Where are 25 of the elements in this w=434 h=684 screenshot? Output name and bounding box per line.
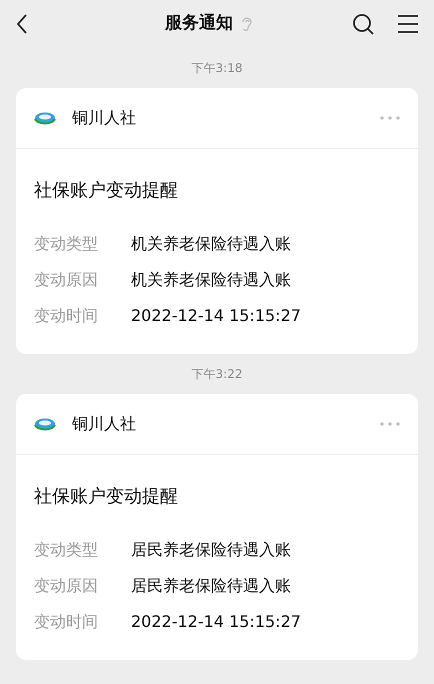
- timestamp: 下午3:22: [192, 366, 242, 383]
- field-label: 变动时间: [34, 305, 99, 327]
- field-label: 变动类型: [34, 539, 99, 561]
- field-value: 居民养老保险待遇入账: [131, 575, 291, 597]
- logo-icon: [34, 111, 56, 125]
- page-title: 服务通知: [165, 12, 233, 36]
- sender-name: 铜川人社: [72, 107, 136, 129]
- field-value: 机关养老保险待遇入账: [131, 233, 291, 255]
- logo-icon: [34, 417, 56, 431]
- message-title: 社保账户变动提醒: [34, 485, 179, 509]
- field-label: 变动原因: [34, 269, 99, 291]
- sender-name: 铜川人社: [72, 413, 136, 435]
- ear-icon: [241, 16, 253, 32]
- field-label: 变动原因: [34, 575, 99, 597]
- back-button[interactable]: [16, 14, 28, 34]
- menu-button[interactable]: [398, 15, 418, 33]
- field-value: 机关养老保险待遇入账: [131, 269, 291, 291]
- timestamp: 下午3:18: [192, 60, 242, 77]
- field-label: 变动时间: [34, 611, 99, 633]
- field-value: 2022-12-14 15:15:27: [131, 611, 301, 633]
- field-value: 居民养老保险待遇入账: [131, 539, 291, 561]
- field-label: 变动类型: [34, 233, 99, 255]
- field-value: 2022-12-14 15:15:27: [131, 305, 301, 327]
- search-button[interactable]: [352, 13, 374, 35]
- message-title: 社保账户变动提醒: [34, 179, 179, 203]
